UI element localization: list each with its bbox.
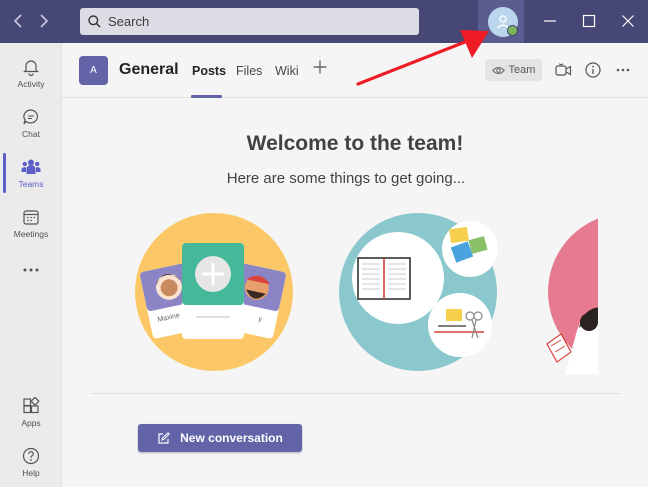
add-members-illustration: Maxine y: [135, 213, 293, 371]
rail-label: Teams: [18, 178, 44, 189]
rail-label: Activity: [17, 78, 45, 89]
more-apps-button[interactable]: [0, 248, 62, 292]
welcome-subtitle: Here are some things to get going...: [226, 170, 466, 187]
rail-item-chat[interactable]: Chat: [0, 101, 62, 145]
meet-button[interactable]: [554, 61, 572, 79]
add-tab-button[interactable]: [312, 58, 328, 76]
minimize-button[interactable]: [538, 10, 562, 32]
info-icon: [585, 62, 601, 78]
teams-icon: [21, 159, 41, 174]
tab-posts[interactable]: Posts: [192, 64, 226, 78]
title-bar: Search: [0, 0, 648, 43]
content-divider: [90, 393, 620, 394]
plus-icon: [313, 60, 327, 74]
rail-item-teams[interactable]: Teams: [0, 151, 62, 195]
rail-label: Apps: [21, 417, 41, 428]
channel-info-button[interactable]: [584, 61, 602, 79]
more-options-button[interactable]: [614, 61, 632, 79]
rail-item-meetings[interactable]: Meetings: [0, 201, 62, 245]
forward-arrow-icon[interactable]: [34, 10, 54, 32]
ellipsis-icon: [23, 268, 39, 272]
search-icon: [88, 15, 101, 28]
channel-content: Welcome to the team! Here are some thing…: [62, 98, 648, 487]
rail-label: Meetings: [13, 228, 49, 239]
rail-item-activity[interactable]: Activity: [0, 51, 62, 95]
maximize-button[interactable]: [577, 10, 601, 32]
app-rail: Activity Chat Teams Meetings Apps Help: [0, 43, 62, 487]
close-button[interactable]: [616, 10, 640, 32]
rail-label: Chat: [22, 128, 40, 139]
tab-files[interactable]: Files: [236, 64, 262, 78]
chat-icon: [23, 108, 39, 124]
channel-header: A General Posts Files Wiki Team: [62, 43, 648, 98]
notes-illustration: [339, 213, 498, 371]
calendar-icon: [23, 209, 39, 225]
rail-item-apps[interactable]: Apps: [0, 390, 62, 434]
channel-title: General: [119, 61, 179, 78]
chat-illustration: [546, 218, 598, 374]
new-conversation-button[interactable]: New conversation: [138, 424, 302, 452]
rail-label: Help: [22, 467, 40, 478]
apps-icon: [23, 396, 40, 413]
help-icon: [22, 447, 40, 464]
eye-icon: [491, 66, 505, 74]
ellipsis-icon: [616, 68, 630, 72]
team-avatar: A: [79, 56, 108, 85]
search-placeholder: Search: [108, 14, 150, 29]
new-conversation-label: New conversation: [180, 431, 283, 445]
team-button[interactable]: Team: [485, 59, 542, 81]
search-input[interactable]: Search: [80, 8, 419, 35]
video-camera-icon: [554, 62, 571, 76]
bell-icon: [23, 59, 39, 76]
compose-icon: [158, 431, 171, 444]
tab-wiki[interactable]: Wiki: [275, 64, 299, 78]
welcome-title: Welcome to the team!: [246, 132, 464, 155]
team-chip-label: Team: [508, 64, 536, 76]
rail-item-help[interactable]: Help: [0, 440, 62, 484]
presence-available-icon: [507, 25, 518, 36]
back-arrow-icon[interactable]: [8, 10, 28, 32]
